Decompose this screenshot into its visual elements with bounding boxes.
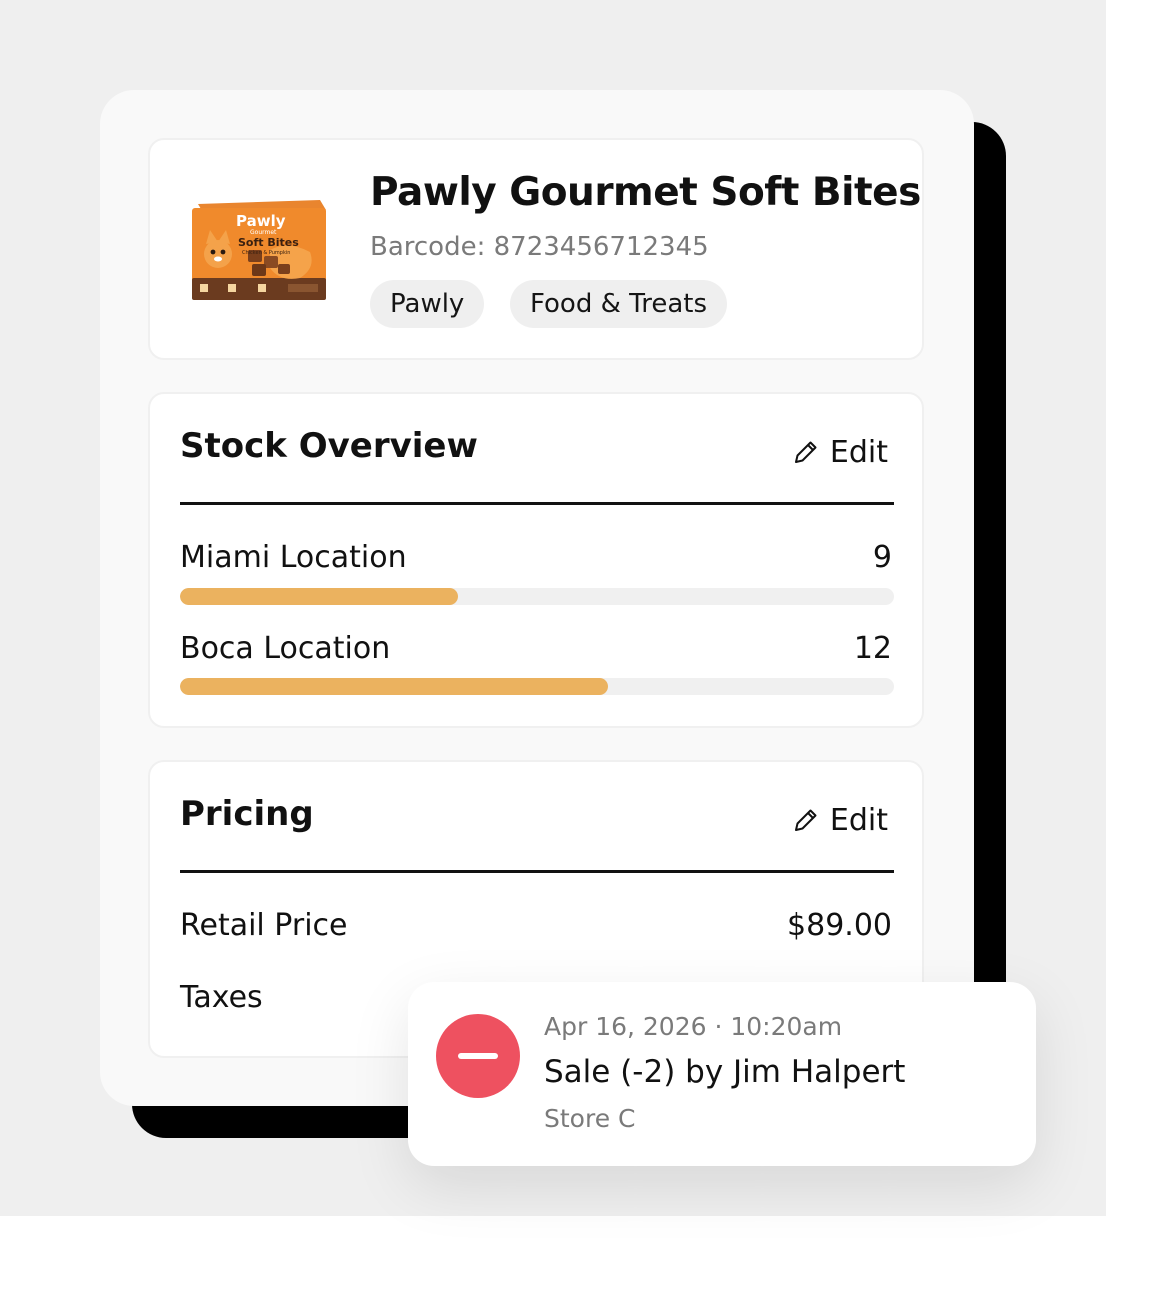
location-name-miami: Miami Location [180,540,407,575]
tag-brand[interactable]: Pawly [370,280,485,328]
notification-timestamp: Apr 16, 2026 · 10:20am [544,1012,843,1041]
location-qty-boca: 12 [853,631,892,666]
pencil-icon [794,441,817,463]
product-title: Pawly Gourmet Soft Bites [370,170,921,215]
retail-price-label: Retail Price [180,908,348,943]
stock-edit-button[interactable]: Edit [792,432,888,472]
location-qty-miami: 9 [872,540,892,575]
pricing-edit-button[interactable]: Edit [792,800,888,840]
stock-overview-section: Stock Overview Edit Miami Location 9 Boc… [148,392,924,728]
location-name-boca: Boca Location [180,631,391,666]
stock-divider [180,502,894,505]
pricing-edit-label: Edit [829,802,888,838]
pencil-icon [794,809,817,831]
stock-overview-title: Stock Overview [180,426,478,466]
retail-price-value: $89.00 [787,908,892,943]
product-barcode: Barcode: 8723456712345 [370,232,709,262]
stock-bar-fill-boca [180,678,609,695]
pricing-title: Pricing [180,794,314,834]
stock-edit-label: Edit [829,434,888,470]
notification-store: Store C [544,1104,636,1133]
product-header: Pawly Gourmet Soft Bites Chicken & Pumpk… [148,138,924,360]
product-image-line: Soft Bites [238,236,299,249]
stock-bar-boca [180,678,894,695]
pricing-divider [180,870,894,873]
minus-circle-icon [436,1014,520,1098]
taxes-label: Taxes [180,980,263,1015]
stock-bar-fill-miami [180,588,459,605]
product-detail-card: Pawly Gourmet Soft Bites Chicken & Pumpk… [100,90,974,1106]
product-image-brand: Pawly [236,212,286,230]
product-image-flavor: Chicken & Pumpkin [242,250,290,256]
stock-bar-miami [180,588,894,605]
product-image: Pawly Gourmet Soft Bites Chicken & Pumpk… [192,200,326,300]
tag-category[interactable]: Food & Treats [510,280,727,328]
activity-notification[interactable]: Apr 16, 2026 · 10:20am Sale (-2) by Jim … [408,982,1036,1166]
notification-title: Sale (-2) by Jim Halpert [544,1054,906,1090]
product-image-sub: Gourmet [250,229,277,236]
